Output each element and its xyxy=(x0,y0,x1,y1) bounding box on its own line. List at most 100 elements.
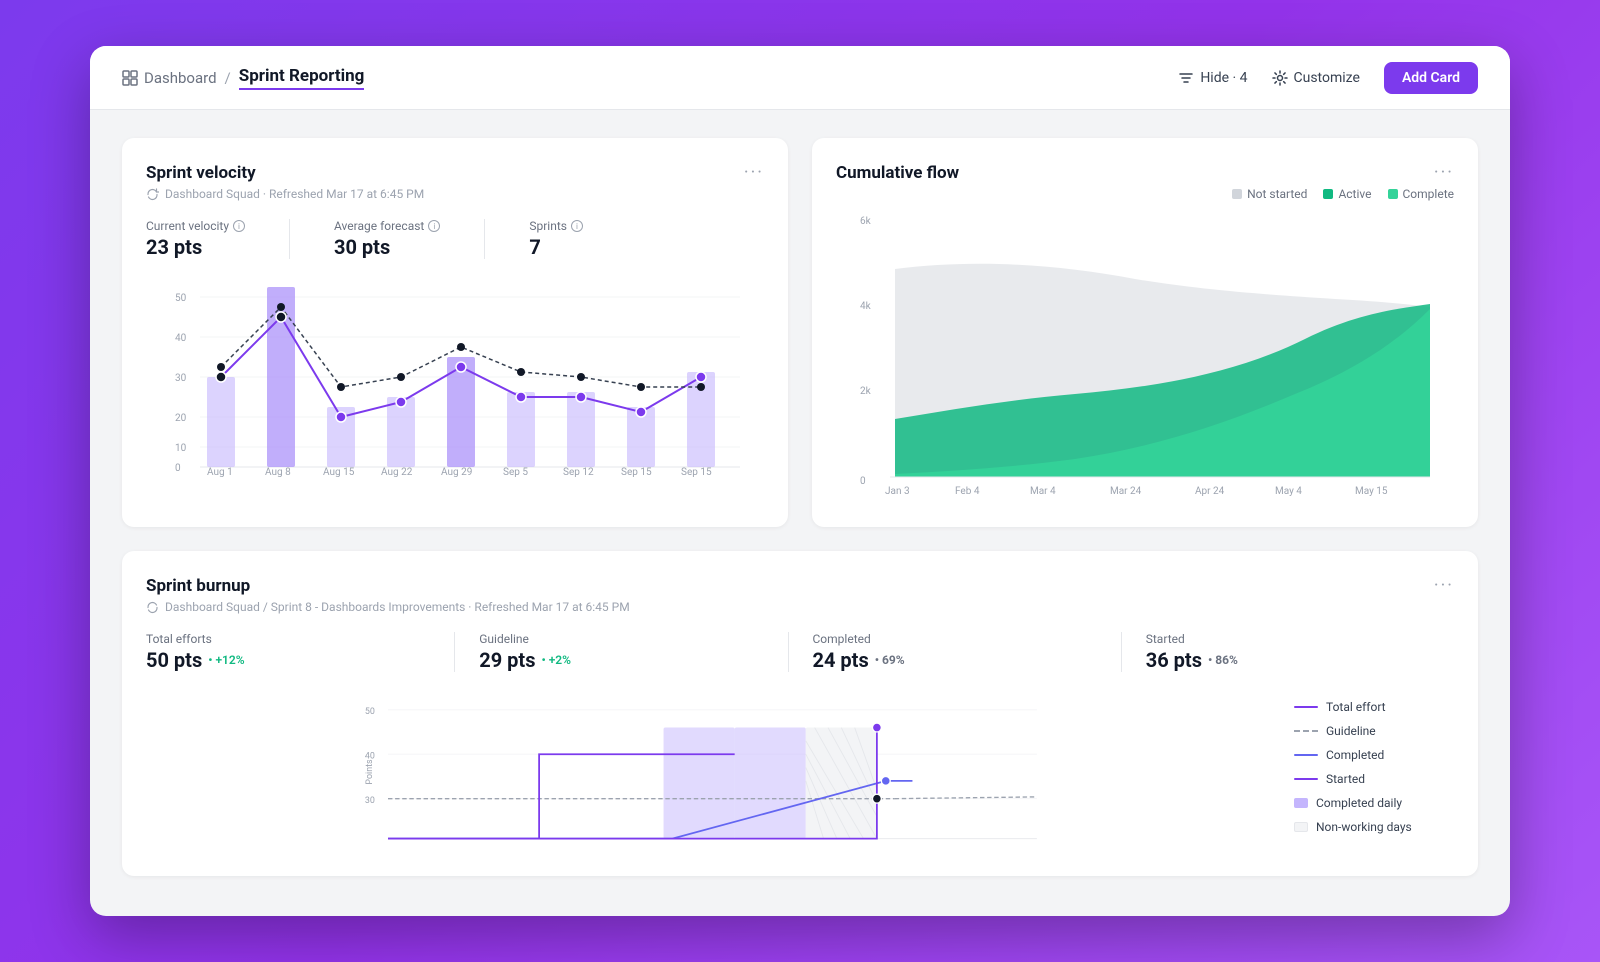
completed-label: Completed xyxy=(813,632,1097,646)
main-container: Dashboard / Sprint Reporting Hide · 4 Cu… xyxy=(90,46,1510,916)
active-dot xyxy=(1323,189,1333,199)
burnup-subtitle: Dashboard Squad / Sprint 8 - Dashboards … xyxy=(146,600,1454,614)
legend-complete: Complete xyxy=(1388,187,1455,201)
completed-legend-label: Completed xyxy=(1326,748,1384,762)
svg-text:Feb 4: Feb 4 xyxy=(955,486,980,497)
legend-active: Active xyxy=(1323,187,1371,201)
burnup-chart-area: 50 40 30 Points xyxy=(146,692,1270,852)
completed-line xyxy=(1294,754,1318,756)
breadcrumb-sep: / xyxy=(225,69,231,87)
stat-divider-1 xyxy=(289,219,290,259)
customize-button[interactable]: Customize xyxy=(1272,70,1360,86)
started-line xyxy=(1294,778,1318,780)
guideline-legend-label: Guideline xyxy=(1326,724,1376,738)
total-effort-line xyxy=(1294,706,1318,708)
stat-divider-2 xyxy=(484,219,485,259)
breadcrumb: Dashboard / Sprint Reporting xyxy=(122,66,364,90)
sprints-value: 7 xyxy=(529,235,583,259)
burnup-title: Sprint burnup xyxy=(146,576,250,596)
cumulative-chart: 6k 4k 2k 0 Jan 3 Feb 4 Mar 4 Mar 24 Apr xyxy=(836,209,1454,499)
sprint-velocity-card: Sprint velocity ··· Dashboard Squad · Re… xyxy=(122,138,788,527)
burnup-legend: Total effort Guideline Completed Started xyxy=(1294,692,1454,852)
velocity-subtitle: Dashboard Squad · Refreshed Mar 17 at 6:… xyxy=(146,187,764,201)
total-efforts-value: 50 pts • +12% xyxy=(146,648,430,672)
hide-button[interactable]: Hide · 4 xyxy=(1178,70,1247,86)
burnup-stat-completed: Completed 24 pts • 69% xyxy=(813,632,1122,672)
burnup-chart: 50 40 30 Points xyxy=(146,692,1270,852)
svg-text:20: 20 xyxy=(175,413,187,424)
legend-non-working: Non-working days xyxy=(1294,820,1454,834)
completed-daily-legend-label: Completed daily xyxy=(1316,796,1402,810)
started-value: 36 pts • 86% xyxy=(1146,648,1430,672)
svg-text:6k: 6k xyxy=(860,216,872,227)
svg-text:Mar 4: Mar 4 xyxy=(1030,486,1056,497)
avg-forecast-label: Average forecast i xyxy=(334,219,440,233)
started-label: Started xyxy=(1146,632,1430,646)
avg-forecast-value: 30 pts xyxy=(334,235,440,259)
refresh-icon xyxy=(146,188,159,201)
refresh-icon-2 xyxy=(146,601,159,614)
burnup-menu[interactable]: ··· xyxy=(1434,575,1454,596)
burnup-stat-total: Total efforts 50 pts • +12% xyxy=(146,632,455,672)
breadcrumb-current: Sprint Reporting xyxy=(239,66,365,90)
svg-text:40: 40 xyxy=(175,333,187,344)
dashboard-icon xyxy=(122,70,138,86)
cumulative-legend: Not started Active Complete xyxy=(836,187,1454,201)
svg-text:Jan 3: Jan 3 xyxy=(885,486,910,497)
burnup-card-header: Sprint burnup ··· xyxy=(146,575,1454,596)
burnup-stat-guideline: Guideline 29 pts • +2% xyxy=(479,632,788,672)
not-started-label: Not started xyxy=(1247,187,1307,201)
svg-text:30: 30 xyxy=(365,796,375,806)
started-badge: • 86% xyxy=(1208,653,1238,667)
info-icon-cv: i xyxy=(233,220,245,232)
sprints-stat: Sprints i 7 xyxy=(529,219,583,259)
completed-value: 24 pts • 69% xyxy=(813,648,1097,672)
svg-text:Aug 1: Aug 1 xyxy=(207,467,233,477)
velocity-stats: Current velocity i 23 pts Average foreca… xyxy=(146,219,764,259)
gear-icon xyxy=(1272,70,1288,86)
svg-text:50: 50 xyxy=(365,707,375,717)
cumulative-card-header: Cumulative flow ··· xyxy=(836,162,1454,183)
guideline-label: Guideline xyxy=(479,632,763,646)
svg-text:Sep 15: Sep 15 xyxy=(621,467,652,477)
sprint-burnup-card: Sprint burnup ··· Dashboard Squad / Spri… xyxy=(122,551,1478,876)
legend-guideline: Guideline xyxy=(1294,724,1454,738)
current-velocity-label: Current velocity i xyxy=(146,219,245,233)
started-legend-label: Started xyxy=(1326,772,1365,786)
velocity-card-header: Sprint velocity ··· xyxy=(146,162,764,183)
legend-started: Started xyxy=(1294,772,1454,786)
svg-text:0: 0 xyxy=(175,463,181,474)
customize-label: Customize xyxy=(1294,70,1360,86)
cumulative-menu[interactable]: ··· xyxy=(1434,162,1454,183)
add-card-button[interactable]: Add Card xyxy=(1384,62,1478,94)
active-label: Active xyxy=(1338,187,1371,201)
non-working-box xyxy=(1294,822,1308,832)
hide-label: Hide · 4 xyxy=(1200,70,1247,86)
svg-text:Aug 22: Aug 22 xyxy=(381,467,413,477)
legend-not-started: Not started xyxy=(1232,187,1307,201)
sprints-label: Sprints i xyxy=(529,219,583,233)
top-row: Sprint velocity ··· Dashboard Squad · Re… xyxy=(122,138,1478,527)
velocity-menu[interactable]: ··· xyxy=(744,162,764,183)
info-icon-s: i xyxy=(571,220,583,232)
guideline-value: 29 pts • +2% xyxy=(479,648,763,672)
svg-text:Aug 15: Aug 15 xyxy=(323,467,355,477)
svg-text:Sep 5: Sep 5 xyxy=(503,467,528,477)
not-started-dot xyxy=(1232,189,1242,199)
burnup-stat-started: Started 36 pts • 86% xyxy=(1146,632,1454,672)
cumulative-flow-card: Cumulative flow ··· Not started Active xyxy=(812,138,1478,527)
non-working-legend-label: Non-working days xyxy=(1316,820,1412,834)
legend-completed: Completed xyxy=(1294,748,1454,762)
svg-text:Apr 24: Apr 24 xyxy=(1195,486,1225,497)
svg-text:Points: Points xyxy=(365,759,375,785)
svg-text:Aug 29: Aug 29 xyxy=(441,467,472,477)
guideline-line xyxy=(1294,730,1318,732)
avg-forecast-stat: Average forecast i 30 pts xyxy=(334,219,440,259)
svg-text:30: 30 xyxy=(175,373,187,384)
svg-text:4k: 4k xyxy=(860,301,872,312)
dashboard-label: Dashboard xyxy=(144,69,217,87)
svg-text:May 4: May 4 xyxy=(1275,486,1302,497)
svg-text:10: 10 xyxy=(175,443,187,454)
complete-label: Complete xyxy=(1403,187,1455,201)
svg-text:2k: 2k xyxy=(860,386,872,397)
